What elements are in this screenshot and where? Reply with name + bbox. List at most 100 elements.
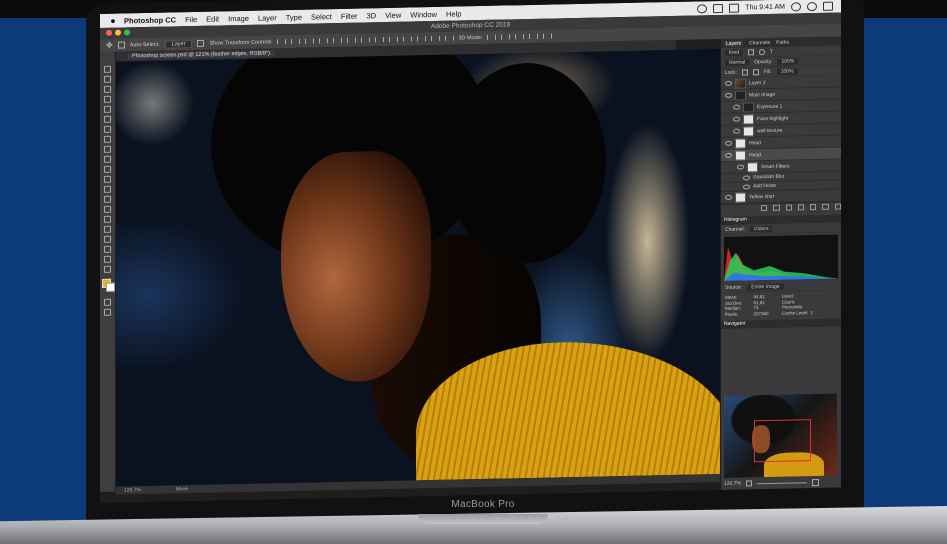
3d-orbit-icon[interactable] bbox=[487, 34, 497, 40]
layer-name[interactable]: Head bbox=[749, 152, 761, 158]
kind-filter-dropdown[interactable]: Kind bbox=[725, 49, 744, 56]
source-dropdown[interactable]: Entire Image bbox=[747, 283, 784, 290]
battery-icon[interactable] bbox=[729, 3, 740, 13]
eraser-tool-icon[interactable] bbox=[104, 165, 111, 173]
brush-tool-icon[interactable] bbox=[104, 135, 111, 143]
3d-scale-icon[interactable] bbox=[543, 33, 553, 39]
auto-select-checkbox[interactable] bbox=[117, 41, 125, 49]
3d-pan-icon[interactable] bbox=[515, 34, 525, 40]
align-left-icon[interactable] bbox=[318, 38, 328, 44]
new-layer-icon[interactable] bbox=[822, 203, 829, 210]
visibility-eye-icon[interactable] bbox=[733, 116, 740, 122]
align-top-icon[interactable] bbox=[276, 39, 286, 45]
spotlight-icon[interactable] bbox=[791, 1, 801, 12]
visibility-eye-icon[interactable] bbox=[725, 92, 732, 98]
healing-brush-tool-icon[interactable] bbox=[104, 125, 111, 133]
add-mask-icon[interactable] bbox=[785, 204, 792, 211]
gradient-tool-icon[interactable] bbox=[104, 175, 111, 183]
visibility-eye-icon[interactable] bbox=[725, 194, 732, 200]
menu-filter[interactable]: Filter bbox=[341, 11, 358, 20]
document-canvas[interactable] bbox=[116, 49, 720, 487]
distribute-bottom-icon[interactable] bbox=[388, 36, 398, 42]
visibility-eye-icon[interactable] bbox=[743, 183, 750, 190]
visibility-eye-icon[interactable] bbox=[725, 140, 732, 146]
menu-view[interactable]: View bbox=[385, 10, 401, 19]
menu-edit[interactable]: Edit bbox=[206, 14, 219, 23]
layer-name[interactable]: Layer 2 bbox=[749, 80, 766, 86]
history-brush-tool-icon[interactable] bbox=[104, 155, 111, 163]
fill-field[interactable]: 100% bbox=[776, 67, 798, 75]
filter-name[interactable]: Add Noise bbox=[753, 183, 776, 189]
3d-slide-icon[interactable] bbox=[529, 33, 539, 40]
zoom-out-icon[interactable] bbox=[745, 480, 752, 487]
blend-mode-dropdown[interactable]: Normal bbox=[725, 58, 750, 66]
navigator-preview[interactable] bbox=[724, 393, 837, 478]
layer-name[interactable]: Head bbox=[749, 140, 761, 146]
align-right-icon[interactable] bbox=[346, 37, 356, 43]
distribute-middle-icon[interactable] bbox=[374, 37, 384, 43]
filter-adjustment-icon[interactable] bbox=[759, 48, 766, 55]
shape-tool-icon[interactable] bbox=[104, 235, 111, 243]
layer-name[interactable]: Exposure 1 bbox=[757, 103, 782, 110]
lock-pixels-icon[interactable] bbox=[741, 68, 748, 76]
new-adjustment-icon[interactable] bbox=[797, 204, 805, 211]
visibility-eye-icon[interactable] bbox=[743, 174, 750, 181]
wifi-icon[interactable] bbox=[697, 3, 708, 13]
move-tool-icon[interactable] bbox=[104, 65, 111, 73]
zoom-tool-icon[interactable] bbox=[104, 255, 111, 263]
move-tool-icon[interactable]: ✥ bbox=[106, 41, 113, 50]
more-tools-icon[interactable] bbox=[104, 265, 111, 273]
crop-tool-icon[interactable] bbox=[104, 105, 111, 113]
lasso-tool-icon[interactable] bbox=[104, 85, 111, 93]
trash-icon[interactable] bbox=[834, 203, 841, 210]
menu-file[interactable]: File bbox=[185, 14, 197, 23]
distribute-left-icon[interactable] bbox=[402, 36, 412, 42]
navigator-zoom[interactable]: 120.7% bbox=[724, 481, 741, 487]
eyedropper-tool-icon[interactable] bbox=[104, 115, 111, 123]
link-layers-icon[interactable] bbox=[761, 205, 768, 212]
airplay-icon[interactable] bbox=[713, 3, 724, 13]
layer-name[interactable]: Yellow shirt bbox=[749, 193, 774, 200]
notification-center-icon[interactable] bbox=[823, 1, 833, 11]
align-middle-icon[interactable] bbox=[290, 38, 300, 45]
menu-layer[interactable]: Layer bbox=[258, 13, 277, 22]
menu-select[interactable]: Select bbox=[311, 12, 332, 21]
background-color-swatch[interactable] bbox=[105, 282, 115, 292]
filter-type-icon[interactable]: T bbox=[770, 48, 773, 54]
apple-icon[interactable]: ● bbox=[108, 16, 118, 26]
layer-name[interactable]: Face highlight bbox=[757, 115, 788, 122]
blur-tool-icon[interactable] bbox=[104, 185, 111, 193]
visibility-eye-icon[interactable] bbox=[737, 164, 744, 170]
filter-name[interactable]: Gaussian Blur bbox=[753, 174, 784, 181]
filter-pixel-icon[interactable] bbox=[748, 48, 755, 55]
menu-3d[interactable]: 3D bbox=[367, 11, 377, 20]
layer-name[interactable]: wall texture bbox=[757, 127, 782, 134]
pen-tool-icon[interactable] bbox=[104, 205, 111, 213]
navigator-header[interactable]: Navigator bbox=[721, 318, 841, 329]
auto-align-icon[interactable] bbox=[444, 35, 454, 41]
lock-position-icon[interactable] bbox=[752, 68, 759, 75]
path-select-tool-icon[interactable] bbox=[104, 225, 111, 233]
marquee-tool-icon[interactable] bbox=[104, 75, 111, 83]
siri-icon[interactable] bbox=[807, 1, 817, 11]
tab-channels[interactable]: Channels bbox=[749, 39, 770, 45]
new-group-icon[interactable] bbox=[810, 203, 817, 211]
distribute-center-icon[interactable] bbox=[416, 36, 426, 42]
screen-mode-icon[interactable] bbox=[104, 308, 111, 316]
quick-mask-icon[interactable] bbox=[104, 298, 111, 306]
dodge-tool-icon[interactable] bbox=[104, 195, 111, 203]
quick-select-tool-icon[interactable] bbox=[104, 95, 111, 103]
visibility-eye-icon[interactable] bbox=[733, 128, 740, 134]
layer-style-icon[interactable] bbox=[773, 204, 780, 211]
menu-help[interactable]: Help bbox=[446, 9, 461, 18]
align-center-icon[interactable] bbox=[332, 37, 342, 44]
clone-stamp-tool-icon[interactable] bbox=[104, 145, 111, 153]
visibility-eye-icon[interactable] bbox=[725, 152, 732, 158]
align-bottom-icon[interactable] bbox=[304, 38, 314, 44]
type-tool-icon[interactable] bbox=[104, 215, 111, 223]
menu-image[interactable]: Image bbox=[228, 13, 249, 22]
menu-app-name[interactable]: Photoshop CC bbox=[124, 15, 176, 25]
3d-roll-icon[interactable] bbox=[501, 34, 511, 40]
tab-layers[interactable]: Layers bbox=[724, 40, 744, 47]
distribute-top-icon[interactable] bbox=[360, 37, 370, 43]
